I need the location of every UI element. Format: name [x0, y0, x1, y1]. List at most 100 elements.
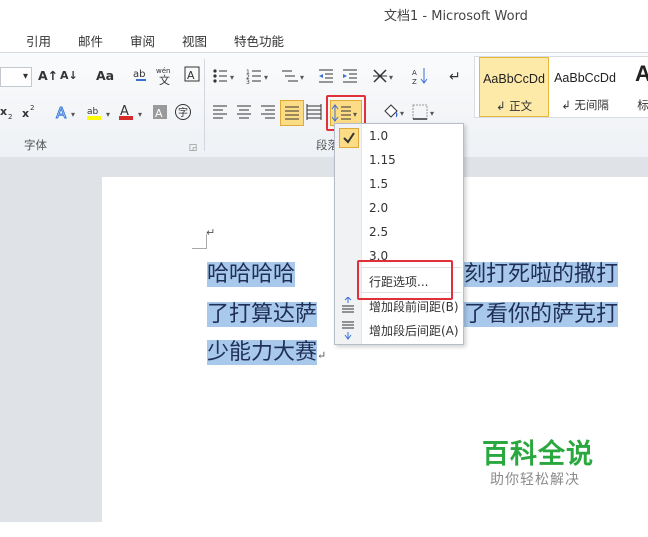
- line-spacing-menu: 1.0 1.15 1.5 2.0 2.5 3.0 行距选项... 增加段前间距(…: [334, 123, 464, 345]
- enclose-characters-icon[interactable]: 字: [174, 103, 192, 121]
- watermark-subtitle: 助你轻松解决: [490, 472, 580, 488]
- subscript-icon[interactable]: x2: [0, 103, 14, 121]
- svg-text:▾: ▾: [300, 73, 304, 82]
- sort-icon[interactable]: AZ: [412, 67, 430, 85]
- decrease-indent-icon[interactable]: [318, 67, 334, 85]
- style-name: ↲ 正文: [495, 99, 533, 113]
- clear-formatting-icon[interactable]: ab: [132, 65, 150, 83]
- paragraph-mark: ↵: [206, 226, 216, 239]
- tab-view[interactable]: 视图: [182, 31, 207, 50]
- font-dialog-launcher-icon[interactable]: ◲: [188, 139, 198, 157]
- multilevel-list-icon[interactable]: ▾: [280, 67, 308, 85]
- tab-special-features[interactable]: 特色功能: [234, 31, 284, 50]
- selected-text: 了打算达萨: [207, 302, 318, 327]
- align-center-icon[interactable]: [236, 103, 252, 121]
- svg-text:▾: ▾: [230, 73, 234, 82]
- style-normal[interactable]: AaBbCcDd ↲ 正文: [479, 57, 549, 117]
- text-line-2[interactable]: 了打算达萨: [207, 302, 318, 328]
- options-highlight: [357, 260, 453, 300]
- styles-gallery: AaBbCcDd ↲ 正文 AaBbCcDd ↲ 无间隔 A 标: [474, 56, 648, 118]
- text-line-3[interactable]: 少能力大赛↵: [207, 340, 326, 366]
- increase-indent-icon[interactable]: [342, 67, 358, 85]
- show-marks-icon[interactable]: ↵: [448, 67, 462, 85]
- shading-icon[interactable]: ▾: [382, 103, 408, 121]
- menu-item-2-0[interactable]: 2.0: [369, 201, 388, 215]
- svg-text:ab: ab: [87, 107, 99, 117]
- bullets-icon[interactable]: ▾: [212, 67, 238, 85]
- svg-text:▾: ▾: [71, 110, 75, 119]
- menu-item-1-15[interactable]: 1.15: [369, 153, 396, 167]
- svg-text:A: A: [155, 107, 163, 120]
- svg-text:A: A: [412, 69, 417, 77]
- style-name: 标: [637, 98, 648, 112]
- menu-item-1-0[interactable]: 1.0: [369, 129, 388, 143]
- text-line-1[interactable]: 哈哈哈哈: [207, 262, 296, 288]
- selected-text: 哈哈哈哈: [207, 262, 296, 287]
- selected-text: 了看你的萨克打: [464, 302, 619, 327]
- change-case-icon[interactable]: Aa: [92, 67, 118, 85]
- borders-icon[interactable]: ▾: [412, 103, 438, 121]
- add-space-after-icon: [341, 320, 355, 343]
- svg-text:A: A: [187, 69, 195, 82]
- style-preview: A: [635, 61, 648, 86]
- tab-review[interactable]: 审阅: [130, 31, 155, 50]
- svg-text:▾: ▾: [430, 109, 434, 118]
- superscript-icon[interactable]: x2: [22, 103, 36, 121]
- tab-mailings[interactable]: 邮件: [78, 31, 103, 50]
- distributed-icon[interactable]: [306, 103, 322, 121]
- add-space-after-item[interactable]: 增加段后间距(A): [369, 322, 459, 339]
- style-name: ↲ 无间隔: [561, 98, 609, 112]
- svg-text:文: 文: [159, 73, 170, 85]
- svg-text:▾: ▾: [106, 110, 110, 119]
- text-line-2-right[interactable]: 了看你的萨克打: [464, 302, 619, 328]
- text-line-1-right[interactable]: 刻打死啦的撒打: [464, 262, 619, 288]
- align-left-icon[interactable]: [212, 103, 228, 121]
- text-effects-icon[interactable]: A ▾: [54, 103, 78, 122]
- character-border-icon[interactable]: A: [184, 65, 200, 83]
- svg-text:▾: ▾: [264, 73, 268, 82]
- window-title: 文档1 - Microsoft Word: [384, 9, 528, 24]
- ribbon-tabs: 引用 邮件 审阅 视图 特色功能: [0, 26, 648, 52]
- ribbon: ▾ A↑ A↓ Aa ab wén 文 A x2 x2 A ▾ ab ▾ A ▾ A 字…: [0, 52, 648, 158]
- svg-text:▾: ▾: [389, 73, 393, 82]
- svg-text:x: x: [22, 107, 29, 120]
- chinese-layout-icon[interactable]: ▾: [372, 67, 398, 85]
- add-space-before-item[interactable]: 增加段前间距(B): [369, 298, 459, 315]
- style-preview: AaBbCcDd: [554, 71, 616, 85]
- menu-item-1-5[interactable]: 1.5: [369, 177, 388, 191]
- svg-text:3: 3: [246, 79, 250, 85]
- tab-references[interactable]: 引用: [26, 31, 51, 50]
- svg-text:2: 2: [8, 113, 12, 121]
- checkmark-icon: [339, 128, 359, 148]
- justify-button[interactable]: [280, 100, 304, 126]
- style-preview: AaBbCcDd: [483, 72, 545, 86]
- margin-crop-mark: [192, 234, 207, 249]
- selected-text: 少能力大赛: [207, 340, 318, 365]
- style-heading[interactable]: A 标: [623, 57, 648, 115]
- phonetic-guide-icon[interactable]: wén 文: [156, 65, 178, 85]
- numbering-icon[interactable]: 1 2 3 ▾: [246, 67, 272, 85]
- svg-text:2: 2: [30, 104, 34, 112]
- align-right-icon[interactable]: [260, 103, 276, 121]
- shrink-font-icon[interactable]: A↓: [60, 67, 78, 85]
- group-separator: [204, 59, 205, 151]
- highlight-color-icon[interactable]: ab ▾: [86, 103, 114, 121]
- svg-text:A: A: [56, 104, 67, 121]
- svg-text:字: 字: [178, 106, 188, 119]
- title-bar: 文档1 - Microsoft Word: [0, 0, 648, 26]
- font-color-icon[interactable]: A ▾: [118, 103, 146, 121]
- svg-text:▾: ▾: [138, 110, 142, 119]
- svg-text:↵: ↵: [449, 69, 461, 85]
- font-size-box[interactable]: ▾: [0, 67, 32, 87]
- add-space-before-icon: [341, 296, 355, 318]
- svg-text:x: x: [0, 105, 7, 118]
- font-group-label: 字体: [24, 138, 47, 152]
- svg-text:Z: Z: [412, 78, 417, 85]
- style-no-spacing[interactable]: AaBbCcDd ↲ 无间隔: [551, 57, 619, 115]
- grow-font-icon[interactable]: A↑: [38, 67, 58, 85]
- watermark-title: 百科全说: [482, 439, 594, 470]
- character-shading-icon[interactable]: A: [152, 103, 168, 121]
- menu-item-2-5[interactable]: 2.5: [369, 225, 388, 239]
- selected-text: 刻打死啦的撒打: [464, 262, 619, 287]
- svg-text:▾: ▾: [400, 109, 404, 118]
